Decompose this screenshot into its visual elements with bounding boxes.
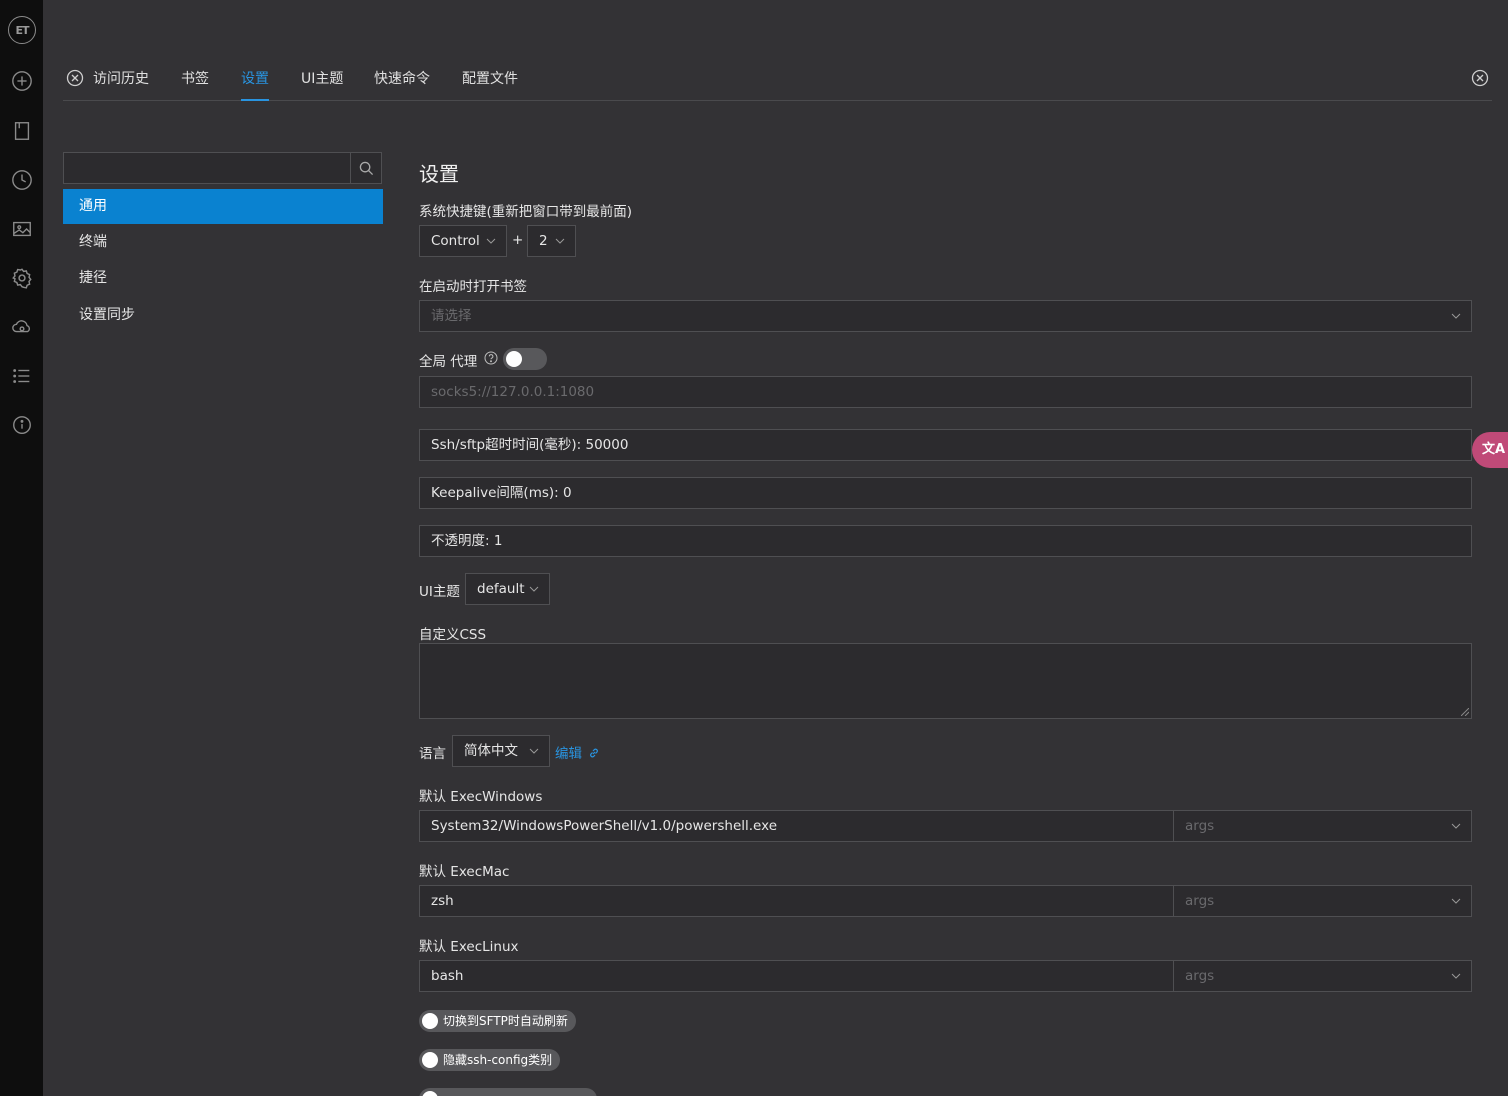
keepalive-input[interactable]: Keepalive间隔(ms): 0 (419, 477, 1472, 509)
exec-windows-input[interactable]: System32/WindowsPowerShell/v1.0/powershe… (420, 811, 1174, 841)
history-icon[interactable] (9, 167, 35, 193)
close-panel-icon[interactable] (1471, 69, 1489, 87)
exec-windows-args-select[interactable]: args (1174, 811, 1471, 841)
list-icon[interactable] (9, 363, 35, 389)
exec-linux-input[interactable]: bash (420, 961, 1174, 991)
proxy-toggle[interactable] (503, 348, 547, 370)
exec-mac-label: 默认 ExecMac (419, 864, 510, 880)
language-edit-label: 编辑 (555, 746, 582, 762)
link-icon (590, 748, 599, 758)
open-bookmarks-label: 在启动时打开书签 (419, 279, 527, 295)
args-placeholder: args (1185, 818, 1215, 834)
hotkey-modifier-select[interactable]: Control (419, 225, 507, 257)
chevron-down-icon (1451, 823, 1461, 829)
toggle-knob (422, 1013, 438, 1029)
exec-mac-row: zsh args (419, 885, 1472, 917)
proxy-input[interactable]: socks5://127.0.0.1:1080 (419, 376, 1472, 408)
sidebar-item-terminal[interactable]: 终端 (63, 225, 383, 260)
hotkey-plus: + (512, 232, 524, 248)
question-icon[interactable] (484, 351, 498, 365)
page-title: 设置 (419, 162, 459, 186)
tab-profiles[interactable]: 配置文件 (462, 68, 518, 101)
sidebar-item-general[interactable]: 通用 (63, 189, 383, 224)
open-bookmarks-placeholder: 请选择 (431, 308, 472, 324)
exec-linux-row: bash args (419, 960, 1472, 992)
custom-css-label: 自定义CSS (419, 627, 487, 643)
tab-history[interactable]: 访问历史 (93, 68, 149, 101)
cloud-sync-icon[interactable] (9, 314, 35, 340)
app-logo: ET (8, 16, 36, 44)
proxy-label: 全局 代理 (419, 354, 478, 370)
ui-theme-label: UI主题 (419, 584, 460, 600)
tab-bookmarks[interactable]: 书签 (181, 68, 209, 101)
ui-theme-value: default (477, 581, 525, 597)
left-rail: ET (0, 0, 43, 1096)
sidebar-item-sync[interactable]: 设置同步 (63, 298, 383, 333)
hotkey-modifier-value: Control (431, 233, 480, 249)
hide-ssh-config-label: 隐藏ssh-config类别 (443, 1053, 553, 1067)
hide-ssh-config-toggle[interactable]: 隐藏ssh-config类别 (419, 1049, 561, 1071)
language-select[interactable]: 简体中文 (452, 735, 550, 767)
tab-quick-commands[interactable]: 快速命令 (374, 68, 430, 101)
chevron-down-icon (529, 748, 539, 754)
exec-linux-args-select[interactable]: args (1174, 961, 1471, 991)
search-input[interactable] (64, 153, 351, 183)
ssh-timeout-input[interactable]: Ssh/sftp超时时间(毫秒): 50000 (419, 429, 1472, 461)
exec-mac-args-select[interactable]: args (1174, 886, 1471, 916)
toggle-knob (422, 1052, 438, 1068)
opacity-input[interactable]: 不透明度: 1 (419, 525, 1472, 557)
exec-windows-label: 默认 ExecWindows (419, 789, 543, 805)
ssh-timeout-value: Ssh/sftp超时时间(毫秒): 50000 (431, 437, 629, 453)
logo-text: ET (15, 23, 29, 37)
toggle-knob (422, 1091, 438, 1096)
proxy-placeholder: socks5://127.0.0.1:1080 (431, 384, 595, 400)
custom-css-textarea[interactable] (419, 643, 1472, 719)
opacity-value: 不透明度: 1 (431, 533, 503, 549)
partial-toggle[interactable] (419, 1088, 597, 1096)
hotkey-key-select[interactable]: 2 (527, 225, 576, 257)
ui-theme-select[interactable]: default (465, 573, 550, 605)
hotkey-key-value: 2 (539, 233, 548, 249)
tab-ui-theme[interactable]: UI主题 (301, 68, 343, 101)
info-icon[interactable] (9, 412, 35, 438)
language-label: 语言 (419, 746, 446, 762)
search-icon[interactable] (350, 153, 381, 183)
settings-icon[interactable] (9, 265, 35, 291)
exec-windows-row: System32/WindowsPowerShell/v1.0/powershe… (419, 810, 1472, 842)
sidebar-item-shortcuts[interactable]: 捷径 (63, 261, 383, 296)
add-icon[interactable] (9, 68, 35, 94)
hotkey-label: 系统快捷键(重新把窗口带到最前面) (419, 204, 633, 220)
sftp-auto-refresh-label: 切换到SFTP时自动刷新 (443, 1014, 568, 1028)
chevron-down-icon (1451, 898, 1461, 904)
chevron-down-icon (1451, 973, 1461, 979)
language-edit-link[interactable]: 编辑 (555, 742, 600, 762)
image-icon[interactable] (9, 216, 35, 242)
chevron-down-icon (555, 238, 565, 244)
bookmark-icon[interactable] (9, 118, 35, 144)
chevron-down-icon (1451, 313, 1461, 319)
open-bookmarks-select[interactable]: 请选择 (419, 300, 1472, 332)
close-icon[interactable] (66, 69, 84, 87)
toggle-knob (506, 351, 522, 367)
exec-linux-label: 默认 ExecLinux (419, 939, 519, 955)
language-value: 简体中文 (464, 743, 518, 759)
chevron-down-icon (529, 586, 539, 592)
sftp-auto-refresh-toggle[interactable]: 切换到SFTP时自动刷新 (419, 1010, 576, 1032)
keepalive-value: Keepalive间隔(ms): 0 (431, 485, 572, 501)
tab-bar: 访问历史 书签 设置 UI主题 快速命令 配置文件 (63, 56, 1492, 101)
settings-search (63, 152, 382, 184)
args-placeholder: args (1185, 893, 1215, 909)
translate-float-button[interactable]: 文A (1472, 432, 1508, 468)
args-placeholder: args (1185, 968, 1215, 984)
chevron-down-icon (486, 238, 496, 244)
tab-settings[interactable]: 设置 (241, 68, 269, 101)
exec-mac-input[interactable]: zsh (420, 886, 1174, 916)
resize-handle-icon[interactable] (1461, 708, 1469, 716)
